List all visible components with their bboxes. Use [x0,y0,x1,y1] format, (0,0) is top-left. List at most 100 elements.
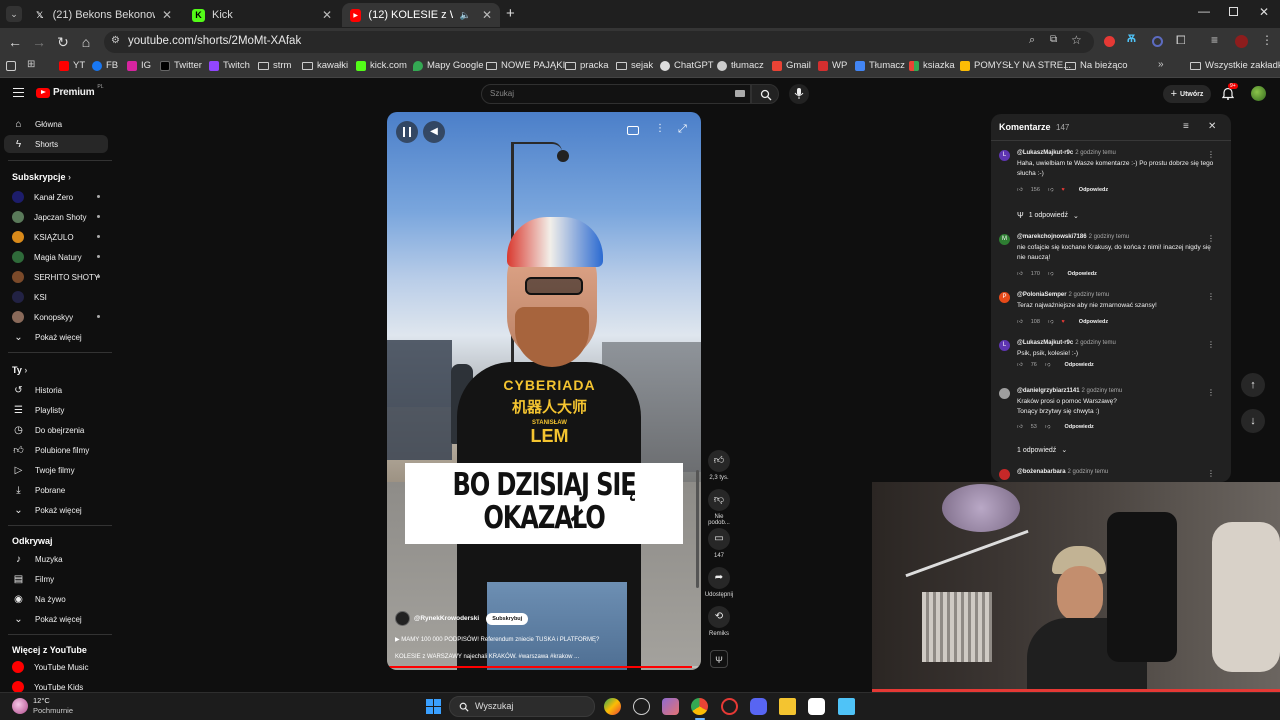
sidebar-sub-kanal-zero[interactable]: Kanał Zero [12,188,108,206]
bookmark-yt[interactable]: YT [59,60,85,71]
comment-menu-icon[interactable]: ⋮ [1207,150,1215,159]
thumbs-down-icon[interactable]: 👎︎ [1048,319,1054,325]
browser-tab-kick[interactable]: K Kick ✕ [184,3,340,27]
volume-button[interactable]: ◀ [423,121,445,143]
view-replies-button[interactable]: Ψ 1 odpowiedź ⌄ [1017,211,1079,220]
view-replies-button[interactable]: 1 odpowiedź ⌄ [1017,446,1067,455]
short-title-line-2[interactable]: KOLESIE z WARSZAWY najechali KRAKÓW. #wa… [395,654,579,660]
sidebar-item-watch-later[interactable]: ◷ Do obejrzenia [12,421,108,439]
taskbar-search-box[interactable]: Wyszukaj [449,696,595,717]
short-video-player[interactable]: CYBERIADA 机器人大师 STANISŁAW LEM BO DZISIAJ… [387,112,701,670]
install-icon[interactable]: ⧉ [1050,34,1057,45]
sound-thumbnail[interactable]: Ψ [704,650,734,668]
sidebar-item-downloads[interactable]: ⤓ Pobrane [12,481,108,499]
comment-menu-icon[interactable]: ⋮ [1207,292,1215,301]
weather-widget[interactable]: 12°C Pochmurnie [10,695,90,719]
bookmark-ksiazka[interactable]: ksiazka [909,60,955,71]
bookmark-wp[interactable]: WP [818,60,847,71]
sort-icon[interactable]: ≡ [1183,121,1189,132]
scroll-up-button[interactable]: ↑ [1241,373,1265,397]
fullscreen-icon[interactable]: ⤢ [678,123,687,136]
comment-author[interactable]: @bożenabarbara 2 godziny temu [1017,469,1108,475]
capcut-icon[interactable] [808,698,825,715]
thumbs-up-icon[interactable]: 👍︎ [1017,271,1023,277]
tab-search-button[interactable]: ⌄ [6,6,22,22]
close-icon[interactable]: ✕ [162,8,172,22]
sidebar-sub-japczan[interactable]: Japczan Shoty [12,208,108,226]
sidebar-item-home[interactable]: ⌂ Główna [12,115,108,133]
subscriptions-heading[interactable]: Subskrypcje › [12,172,71,182]
search-button[interactable] [751,84,779,104]
back-arrow-icon[interactable]: ← [7,34,23,50]
bookmark-twitter[interactable]: Twitter [160,60,202,71]
comment-menu-icon[interactable]: ⋮ [1207,234,1215,243]
taskbar-app-icon[interactable] [604,698,621,715]
minimize-button[interactable]: — [1198,4,1210,18]
comment-author[interactable]: @LukaszMajkut-r9c 2 godziny temu [1017,150,1116,156]
windows-start-button[interactable] [426,699,441,714]
sidebar-item-history[interactable]: ↺ Historia [12,381,108,399]
sidebar-sub-magia-natury[interactable]: Magia Natury [12,248,108,266]
captions-button[interactable] [627,126,639,135]
sidebar-item-liked[interactable]: 👍︎ Polubione filmy [12,441,108,459]
extension-translate-icon[interactable]: Ѫ [1127,33,1136,45]
bookmark-twitch[interactable]: Twitch [209,60,250,71]
comment-menu-icon[interactable]: ⋮ [1207,340,1215,349]
search-box[interactable]: Szukaj [481,84,751,104]
close-icon[interactable]: ✕ [1208,121,1216,132]
bookmark-pomysly[interactable]: POMYSŁY NA STRE... [960,60,1071,71]
comment-avatar[interactable] [999,469,1010,480]
new-tab-button[interactable]: + [506,5,515,22]
bookmark-nowe-pajaki[interactable]: NOWE PAJĄKI [486,60,565,71]
thumbs-down-icon[interactable]: 👎︎ [1048,271,1054,277]
apps-grid-icon[interactable]: ⊞ [27,59,35,70]
reply-button[interactable]: Odpowiedz [1068,271,1097,277]
voice-search-button[interactable] [789,84,809,104]
browser-menu-icon[interactable]: ⋮ [1261,33,1273,47]
more-options-icon[interactable]: ⋮ [655,123,665,134]
thumbs-up-icon[interactable]: 👍︎ [1017,362,1023,368]
opera-icon[interactable] [721,698,738,715]
bookmark-kawalki[interactable]: kawałki [302,60,348,71]
sidebar-toggle-icon[interactable] [6,61,16,71]
zoom-icon[interactable]: ⌕ [1029,34,1035,47]
comment-avatar[interactable] [999,388,1010,399]
comment-author[interactable]: @PoloniaSemper 2 godziny temu [1017,292,1109,298]
bookmark-pracka[interactable]: pracka [565,60,609,71]
channel-avatar[interactable] [395,611,410,626]
comments-button[interactable]: ▭ 147 [704,528,734,559]
account-avatar[interactable] [1251,86,1266,101]
comment-avatar[interactable]: M [999,234,1010,245]
sidebar-show-more-you[interactable]: ⌄ Pokaż więcej [12,501,108,519]
extension-record-icon[interactable] [1104,36,1115,47]
keyboard-icon[interactable] [735,90,745,97]
bookmark-all[interactable]: Wszystkie zakładki [1190,60,1280,71]
scroll-down-button[interactable]: ↓ [1241,409,1265,433]
browser-tab-x[interactable]: 𝕏 (21) Bekons Bekonowy w serwi ✕ [26,3,180,27]
remix-button[interactable]: ⟲ Remiks [704,606,734,637]
sidebar-sub-ksi[interactable]: KSI [12,288,108,306]
sidebar-sub-ksiazulo[interactable]: KSIĄŻULO [12,228,108,246]
bookmark-chatgpt[interactable]: ChatGPT [660,60,714,71]
channel-name[interactable]: @RynekKrowoderski [414,615,479,622]
bookmark-fb[interactable]: FB [92,60,118,71]
file-explorer-icon[interactable] [779,698,796,715]
taskbar-app-icon[interactable] [633,698,650,715]
reply-button[interactable]: Odpowiedz [1064,362,1093,368]
bookmark-na-biezaco[interactable]: Na bieżąco [1065,60,1128,71]
subscribe-button[interactable]: Subskrybuj [486,612,529,625]
thumbs-down-icon[interactable]: 👎︎ [1045,424,1051,430]
close-icon[interactable]: ✕ [482,8,492,22]
sidebar-item-your-videos[interactable]: ▷ Twoje filmy [12,461,108,479]
sidebar-item-movies[interactable]: ▤ Filmy [12,570,108,588]
notepad-icon[interactable] [838,698,855,715]
bookmark-tlumacz-2[interactable]: Tłumacz [855,60,905,71]
comment-author[interactable]: @marekchojnowski7186 2 godziny temu [1017,234,1129,240]
dislike-button[interactable]: 👎︎ Nie podob... [704,489,734,526]
thumbs-up-icon[interactable]: 👍︎ [1017,424,1023,430]
comment-menu-icon[interactable]: ⋮ [1207,469,1215,478]
hamburger-menu-icon[interactable] [13,88,24,97]
comment-author[interactable]: @danielgrzybiarz1141 2 godziny temu [1017,388,1122,394]
bookmark-ig[interactable]: IG [127,60,151,71]
bookmark-maps[interactable]: Mapy Google [413,60,484,71]
